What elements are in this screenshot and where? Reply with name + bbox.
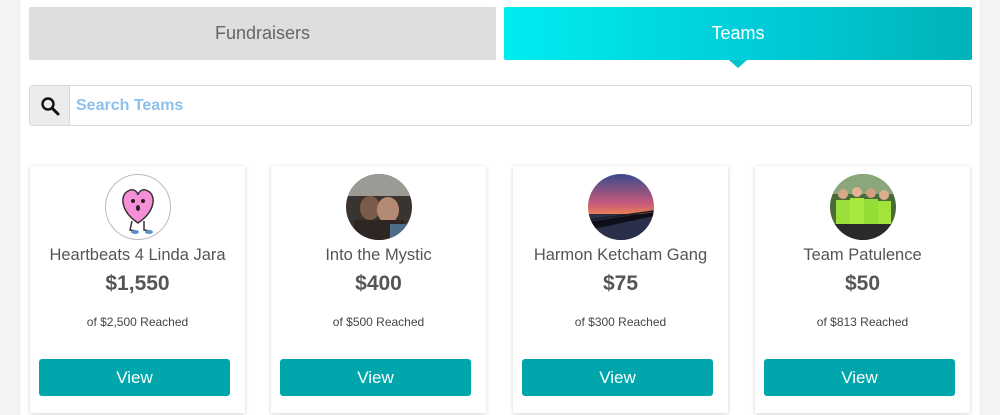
team-name: Harmon Ketcham Gang [533, 246, 708, 264]
team-raised-amount: $75 [602, 272, 639, 295]
search-button[interactable] [30, 86, 70, 125]
view-team-button[interactable]: View [764, 359, 955, 396]
team-name: Team Patulence [803, 246, 922, 264]
search-bar [29, 85, 972, 126]
team-avatar [105, 174, 171, 240]
tab-teams[interactable]: Teams [504, 7, 972, 68]
view-team-button[interactable]: View [522, 359, 713, 396]
team-goal-text: of $500 Reached [332, 315, 425, 329]
team-card: Heartbeats 4 Linda Jara $1,550 of $2,500… [30, 166, 245, 413]
team-raised-amount: $400 [355, 272, 402, 295]
tab-fundraisers[interactable]: Fundraisers [29, 7, 496, 60]
view-team-button[interactable]: View [280, 359, 471, 396]
pier-sunset-image [588, 174, 654, 240]
tab-fundraisers-label: Fundraisers [214, 23, 311, 43]
team-goal-text: of $813 Reached [816, 315, 909, 329]
team-goal-text: of $2,500 Reached [86, 315, 189, 329]
couple-photo-image [346, 174, 412, 240]
view-team-button[interactable]: View [39, 359, 230, 396]
team-name: Into the Mystic [325, 246, 432, 264]
team-raised-amount: $50 [844, 272, 881, 295]
search-icon [40, 96, 59, 115]
search-input[interactable] [70, 86, 971, 125]
team-avatar [830, 174, 896, 240]
team-avatar [346, 174, 412, 240]
runners-group-image [830, 174, 896, 240]
tab-teams-label: Teams [711, 23, 765, 43]
team-avatar [588, 174, 654, 240]
team-card: Harmon Ketcham Gang $75 of $300 Reached … [513, 166, 728, 413]
team-card: Into the Mystic $400 of $500 Reached Vie… [271, 166, 486, 413]
pink-heart-mascot-image [122, 189, 154, 234]
active-tab-pointer [729, 60, 747, 68]
team-name: Heartbeats 4 Linda Jara [49, 246, 226, 264]
team-card: Team Patulence $50 of $813 Reached View [755, 166, 970, 413]
team-goal-text: of $300 Reached [574, 315, 667, 329]
team-raised-amount: $1,550 [105, 272, 170, 295]
